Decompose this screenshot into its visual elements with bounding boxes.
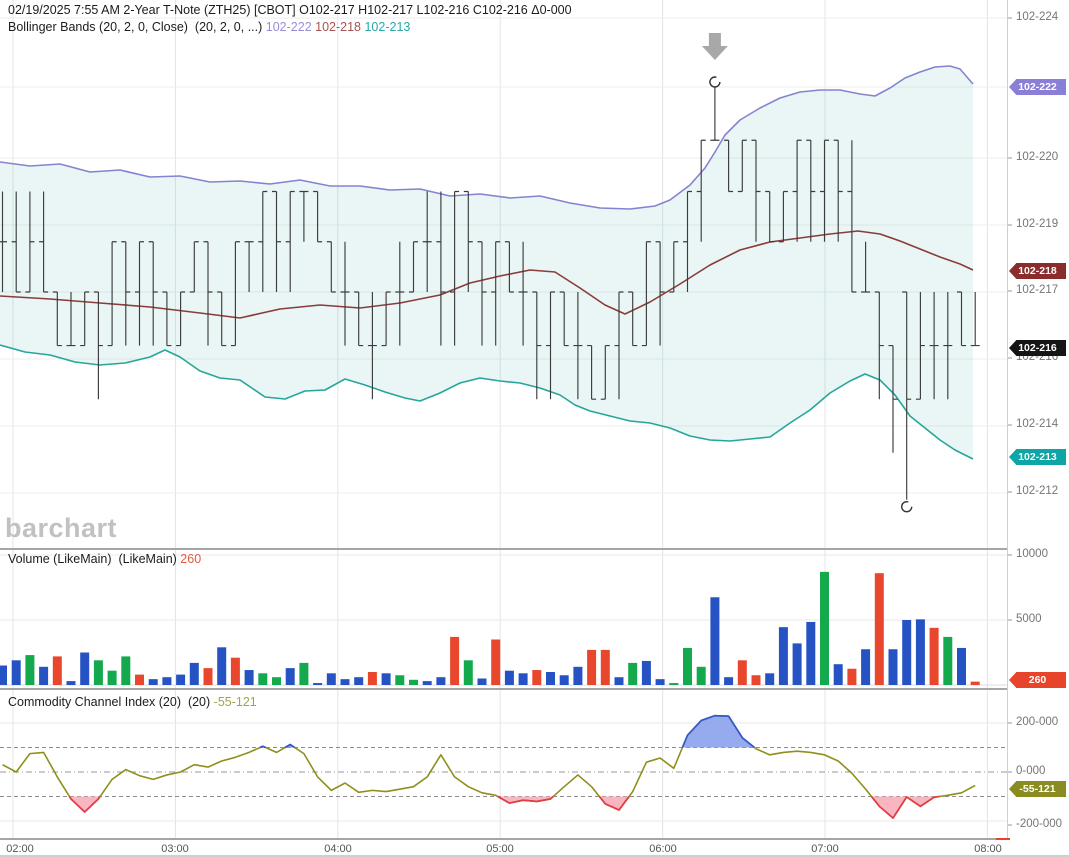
bollinger-header: Bollinger Bands (20, 2, 0, Close) (20, 2… bbox=[8, 20, 410, 34]
time-axis-label: 08:00 bbox=[974, 843, 1002, 855]
axis-tick-label: 102-224 bbox=[1016, 11, 1058, 23]
bollinger-lower-value: 102-213 bbox=[364, 20, 410, 34]
time-axis-label: 02:00 bbox=[6, 843, 34, 855]
cci-panel-header: Commodity Channel Index (20) (20) -55-12… bbox=[8, 695, 257, 709]
panel-divider[interactable] bbox=[0, 548, 1007, 550]
axis-tick-label: 102-214 bbox=[1016, 418, 1058, 430]
price-badge: -55-121 bbox=[1009, 781, 1066, 797]
time-axis-label: 04:00 bbox=[324, 843, 352, 855]
quote-header: 02/19/2025 7:55 AM 2-Year T-Note (ZTH25)… bbox=[8, 3, 572, 17]
axis-tick-label: 102-217 bbox=[1016, 284, 1058, 296]
current-time-tick bbox=[996, 838, 1010, 840]
chart-canvas[interactable] bbox=[0, 0, 1069, 838]
time-axis-label: 06:00 bbox=[649, 843, 677, 855]
cci-current-value: -55-121 bbox=[214, 695, 257, 709]
axis-tick-label: 200-000 bbox=[1016, 716, 1058, 728]
time-axis-label: 03:00 bbox=[161, 843, 189, 855]
axis-tick-label: 10000 bbox=[1016, 548, 1048, 560]
volume-panel-header: Volume (LikeMain) (LikeMain) 260 bbox=[8, 552, 201, 566]
bollinger-label: Bollinger Bands (20, 2, 0, Close) (20, 2… bbox=[8, 20, 266, 34]
bollinger-upper-value: 102-222 bbox=[266, 20, 312, 34]
time-axis-label: 07:00 bbox=[811, 843, 839, 855]
axis-tick-label: 102-220 bbox=[1016, 151, 1058, 163]
price-badge: 102-218 bbox=[1009, 263, 1066, 279]
price-badge: 102-222 bbox=[1009, 79, 1066, 95]
cci-title: Commodity Channel Index (20) (20) bbox=[8, 695, 214, 709]
volume-title: Volume (LikeMain) (LikeMain) bbox=[8, 552, 180, 566]
time-axis-border bbox=[0, 838, 1007, 840]
bollinger-middle-value: 102-218 bbox=[315, 20, 361, 34]
price-badge: 102-213 bbox=[1009, 449, 1066, 465]
barchart-logo: barchart bbox=[5, 513, 117, 544]
time-axis-label: 05:00 bbox=[486, 843, 514, 855]
price-badge: 102-216 bbox=[1009, 340, 1066, 356]
volume-current-value: 260 bbox=[180, 552, 201, 566]
axis-tick-label: 0-000 bbox=[1016, 765, 1045, 777]
panel-divider[interactable] bbox=[0, 688, 1007, 690]
price-axis-border bbox=[1007, 0, 1008, 838]
price-badge: 260 bbox=[1009, 672, 1066, 688]
axis-tick-label: 5000 bbox=[1016, 613, 1042, 625]
axis-tick-label: 102-212 bbox=[1016, 485, 1058, 497]
axis-tick-label: 102-219 bbox=[1016, 218, 1058, 230]
trading-chart-app: 02/19/2025 7:55 AM 2-Year T-Note (ZTH25)… bbox=[0, 0, 1069, 857]
axis-tick-label: -200-000 bbox=[1016, 818, 1062, 830]
